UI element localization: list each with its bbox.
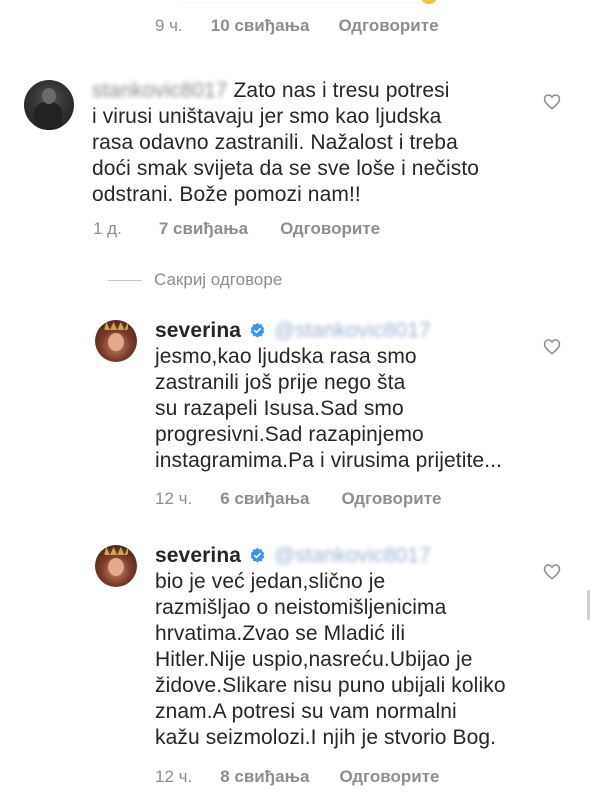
- avatar[interactable]: [95, 320, 137, 362]
- comment-meta: 1 д. 7 свиђања Одговорите: [93, 219, 380, 239]
- like-heart-icon[interactable]: [543, 563, 561, 580]
- reply-line: progresivni.Sad razapinjemo: [155, 423, 424, 446]
- reply-line: znam.A potresi su vam normalni: [155, 700, 457, 723]
- comment-text: stankovic8017 Zato nas i tresu potresi i…: [92, 78, 562, 208]
- scrollbar[interactable]: [587, 590, 590, 620]
- reply-meta: 12 ч. 8 свиђања Одговорите: [155, 767, 440, 787]
- mention-link[interactable]: @stankovic8017: [274, 544, 431, 567]
- reply-line: jesmo,kao ljudska rasa smo: [155, 345, 417, 368]
- reply-line: hrvatima.Zvao se Mladić ili: [155, 622, 406, 645]
- comment-line: Zato nas i tresu potresi: [233, 79, 450, 102]
- hide-replies-divider: [108, 280, 142, 281]
- verified-badge-icon: [250, 322, 265, 338]
- reply-line: razmišljao o neistomišljenicima: [155, 596, 447, 619]
- reply-line: bio je već jedan,slično je: [155, 570, 386, 593]
- comment-line: rasa odavno zastranili. Nažalost i treba: [92, 131, 458, 154]
- comment-time: 9 ч.: [155, 16, 183, 35]
- reply-meta: 12 ч. 6 свиђања Одговорите: [155, 489, 442, 509]
- reply-time: 12 ч.: [155, 489, 193, 508]
- reply-line: zastranili još prije nego šta: [155, 371, 406, 394]
- mention-link[interactable]: @stankovic8017: [274, 319, 431, 342]
- likes-count-link[interactable]: 8 свиђања: [220, 767, 309, 787]
- reply-time: 12 ч.: [155, 767, 193, 786]
- reply-button[interactable]: Одговорите: [341, 489, 441, 509]
- like-heart-icon[interactable]: [543, 338, 561, 355]
- verified-badge-icon: [250, 547, 265, 563]
- likes-count-link[interactable]: 7 свиђања: [159, 219, 248, 239]
- reply-text: severina @stankovic8017 bio je već jedan…: [155, 543, 555, 751]
- avatar[interactable]: [95, 545, 137, 587]
- reply-line: instagramima.Pa i virusima prijetite...: [155, 449, 503, 472]
- reply-button[interactable]: Одговорите: [338, 16, 438, 36]
- previous-comment-cut-text: [180, 0, 440, 3]
- top-comment-meta: 9 ч. 10 свиђања Одговорите: [155, 16, 439, 36]
- reply-line: židove.Slikare nisu puno ubijali koliko: [155, 674, 506, 697]
- reply-line: Hitler.Nije uspio,nasreću.Ubijao je: [155, 648, 473, 671]
- comment-line: i virusi uništavaju jer smo kao ljudska: [92, 105, 442, 128]
- comment-line: doći smak svijeta da se sve loše i nečis…: [92, 157, 480, 180]
- reply-username[interactable]: severina: [155, 544, 241, 567]
- hide-replies-button[interactable]: Сакриј одговоре: [154, 270, 282, 290]
- reply-line: su razapeli Isusa.Sad smo: [155, 397, 404, 420]
- reply-button[interactable]: Одговорите: [280, 219, 380, 239]
- like-heart-icon[interactable]: [543, 93, 561, 110]
- reply-line: kažu seizmolozi.I njih je stvorio Bog.: [155, 726, 497, 749]
- reply-text: severina @stankovic8017 jesmo,kao ljudsk…: [155, 318, 555, 474]
- avatar[interactable]: [24, 80, 74, 130]
- reply-username[interactable]: severina: [155, 319, 241, 342]
- comment-line: odstrani. Bože pomozi nam!!: [92, 183, 361, 206]
- reply-button[interactable]: Одговорите: [339, 767, 439, 787]
- comment-username[interactable]: stankovic8017: [92, 79, 228, 102]
- likes-count-link[interactable]: 6 свиђања: [220, 489, 309, 509]
- comment-time: 1 д.: [93, 219, 122, 238]
- likes-count-link[interactable]: 10 свиђања: [211, 16, 310, 36]
